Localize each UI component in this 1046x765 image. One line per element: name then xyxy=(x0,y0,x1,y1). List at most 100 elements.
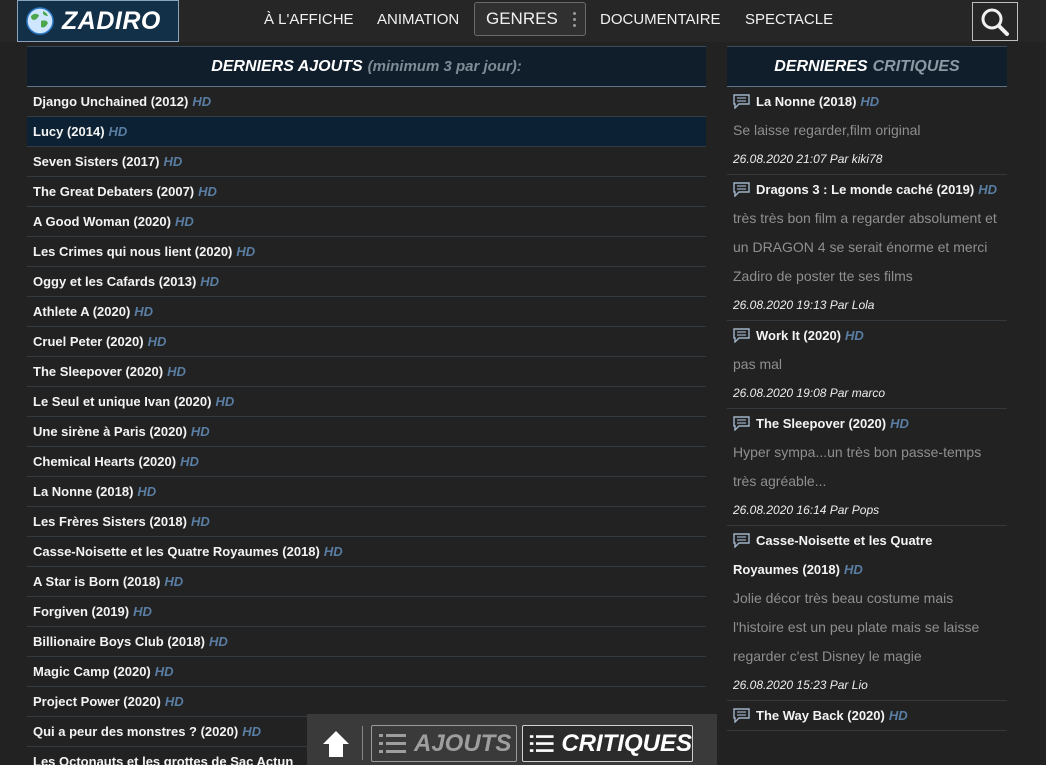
hd-badge: HD xyxy=(198,184,217,199)
review-film-title: Dragons 3 : Le monde caché (2019) xyxy=(756,182,975,197)
film-row[interactable]: Lucy (2014) HD xyxy=(27,117,706,147)
hd-badge: HD xyxy=(180,454,199,469)
hd-badge: HD xyxy=(134,304,154,319)
film-row[interactable]: Seven Sisters (2017) HD xyxy=(27,147,706,177)
nav-a-laffiche[interactable]: À L'AFFICHE xyxy=(264,0,354,40)
review-text: Se laisse regarder,film original xyxy=(733,122,921,138)
latest-additions-note: (minimum 3 par jour): xyxy=(367,58,522,75)
latest-reviews-header: DERNIERES CRITIQUES xyxy=(727,46,1007,87)
latest-reviews-title-b: CRITIQUES xyxy=(872,57,960,75)
hd-badge: HD xyxy=(236,244,256,259)
film-title: Athlete A (2020) xyxy=(33,304,131,319)
film-title: Qui a peur des monstres ? (2020) xyxy=(33,724,239,739)
film-row[interactable]: Les Crimes qui nous lient (2020) HD xyxy=(27,237,706,267)
bottom-toolbar: AJOUTS CRITIQUES xyxy=(307,714,717,765)
film-title: Cruel Peter (2020) xyxy=(33,334,144,349)
film-row[interactable]: A Star is Born (2018) HD xyxy=(27,567,706,597)
film-title: Project Power (2020) xyxy=(33,694,161,709)
hd-badge: HD xyxy=(890,416,909,431)
review-film-link[interactable]: Work It (2020) HD xyxy=(733,321,1001,350)
hd-badge: HD xyxy=(242,724,261,739)
film-row[interactable]: Forgiven (2019) HD xyxy=(27,597,706,627)
nav-animation[interactable]: ANIMATION xyxy=(377,0,459,40)
hd-badge: HD xyxy=(163,154,183,169)
hd-badge: HD xyxy=(208,634,228,649)
hd-badge: HD xyxy=(845,328,864,343)
review-film-link[interactable]: Dragons 3 : Le monde caché (2019) HD xyxy=(733,175,1001,204)
search-icon xyxy=(981,8,1009,36)
review-item: The Way Back (2020) HD xyxy=(727,701,1007,731)
film-title: Les Octonauts et les grottes de Sac Actu… xyxy=(33,754,294,765)
nav-spectacle[interactable]: SPECTACLE xyxy=(745,0,833,40)
hd-badge: HD xyxy=(190,514,210,529)
comment-icon xyxy=(733,533,750,548)
jump-ajouts-button[interactable]: AJOUTS xyxy=(371,725,517,762)
review-film-title: The Way Back (2020) xyxy=(756,708,885,723)
hd-badge: HD xyxy=(978,182,997,197)
hd-badge: HD xyxy=(843,562,863,577)
film-title: Magic Camp (2020) xyxy=(33,664,151,679)
list-icon xyxy=(529,734,554,752)
hd-badge: HD xyxy=(154,664,174,679)
globe-icon xyxy=(26,7,54,35)
review-film-link[interactable]: The Way Back (2020) HD xyxy=(733,701,1001,730)
comment-icon xyxy=(733,328,750,343)
hd-badge: HD xyxy=(200,274,220,289)
film-title: Les Crimes qui nous lient (2020) xyxy=(33,244,233,259)
film-row[interactable]: The Great Debaters (2007) HD xyxy=(27,177,706,207)
review-text: Hyper sympa...un très bon passe-temps tr… xyxy=(733,444,982,489)
jump-ajouts-label: AJOUTS xyxy=(414,729,512,757)
review-film-title: Work It (2020) xyxy=(756,328,842,343)
review-item: The Sleepover (2020) HD Hyper sympa...un t… xyxy=(727,409,1007,526)
toolbar-divider xyxy=(362,726,363,760)
latest-additions-header: DERNIERS AJOUTS (minimum 3 par jour): xyxy=(27,46,706,87)
nav-genres-dropdown[interactable]: GENRES xyxy=(474,2,586,36)
film-row[interactable]: Magic Camp (2020) HD xyxy=(27,657,706,687)
film-row[interactable]: Cruel Peter (2020) HD xyxy=(27,327,706,357)
review-film-title: La Nonne (2018) xyxy=(756,94,857,109)
more-vertical-icon xyxy=(572,11,576,27)
film-title: Chemical Hearts (2020) xyxy=(33,454,177,469)
jump-critiques-label: CRITIQUES xyxy=(561,729,692,757)
review-meta: 26.08.2020 15:23 Par Lio xyxy=(733,678,868,692)
review-film-title: Casse-Noisette et les Quatre Royaumes (2… xyxy=(733,533,933,577)
film-row[interactable]: Athlete A (2020) HD xyxy=(27,297,706,327)
film-row[interactable]: Casse-Noisette et les Quatre Royaumes (2… xyxy=(27,537,706,567)
review-text: très très bon film a regarder absolument… xyxy=(733,210,997,284)
comment-icon xyxy=(733,94,750,109)
film-row[interactable]: Chemical Hearts (2020) HD xyxy=(27,447,706,477)
comment-icon xyxy=(733,182,750,197)
film-row[interactable]: Le Seul et unique Ivan (2020) HD xyxy=(27,387,706,417)
film-row[interactable]: Oggy et les Cafards (2013) HD xyxy=(27,267,706,297)
film-title: Une sirène à Paris (2020) xyxy=(33,424,187,439)
film-row[interactable]: Billionaire Boys Club (2018) HD xyxy=(27,627,706,657)
hd-badge: HD xyxy=(147,334,167,349)
search-button[interactable] xyxy=(972,2,1018,41)
hd-badge: HD xyxy=(323,544,343,559)
comment-icon xyxy=(733,708,750,723)
review-meta: 26.08.2020 19:13 Par Lola xyxy=(733,298,875,312)
scroll-top-button[interactable] xyxy=(319,727,353,761)
review-film-link[interactable]: The Sleepover (2020) HD xyxy=(733,409,1001,438)
film-row[interactable]: Project Power (2020) HD xyxy=(27,687,706,717)
film-title: Billionaire Boys Club (2018) xyxy=(33,634,205,649)
film-row[interactable]: Django Unchained (2012) HD xyxy=(27,87,706,117)
nav-documentaire[interactable]: DOCUMENTAIRE xyxy=(600,0,721,40)
review-meta: 26.08.2020 21:07 Par kiki78 xyxy=(733,152,883,166)
review-meta: 26.08.2020 16:14 Par Pops xyxy=(733,503,880,517)
hd-badge: HD xyxy=(190,424,210,439)
film-row[interactable]: A Good Woman (2020) HD xyxy=(27,207,706,237)
film-row[interactable]: Une sirène à Paris (2020) HD xyxy=(27,417,706,447)
film-title: Lucy (2014) xyxy=(33,124,105,139)
jump-critiques-button[interactable]: CRITIQUES xyxy=(522,725,693,762)
review-film-link[interactable]: La Nonne (2018) HD xyxy=(733,87,1001,116)
film-row[interactable]: Les Frères Sisters (2018) HD xyxy=(27,507,706,537)
site-logo[interactable]: ZADIRO xyxy=(17,0,179,42)
film-title: La Nonne (2018) xyxy=(33,484,134,499)
hd-badge: HD xyxy=(164,694,184,709)
film-row[interactable]: La Nonne (2018) HD xyxy=(27,477,706,507)
review-film-link[interactable]: Casse-Noisette et les Quatre Royaumes (2… xyxy=(733,526,1001,584)
film-row[interactable]: The Sleepover (2020) HD xyxy=(27,357,706,387)
film-title: The Sleepover (2020) xyxy=(33,364,164,379)
top-navigation: ZADIRO À L'AFFICHE ANIMATION GENRES DOCU… xyxy=(0,0,1046,42)
